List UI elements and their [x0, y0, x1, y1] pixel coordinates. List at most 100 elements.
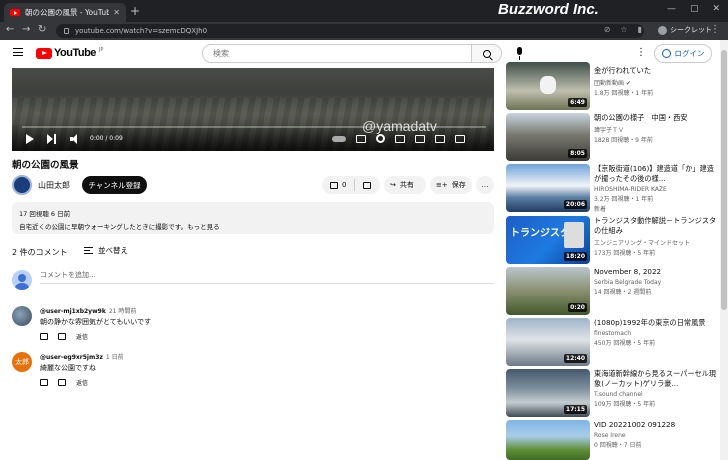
channel-avatar[interactable] [12, 175, 32, 195]
recommended-video[interactable]: 12:40 (1080p)1992年の東京の日常風景 finestomach 4… [506, 318, 720, 366]
search-button[interactable] [471, 45, 501, 62]
recommended-video[interactable]: 17:15 東海道新幹線から見るスーパーセル現象(ノーカット)ゲリラ豪... T… [506, 369, 720, 417]
side-panel-icon[interactable]: ▮ [638, 25, 642, 34]
next-icon[interactable] [47, 134, 57, 144]
reply-button[interactable]: 返信 [76, 332, 88, 341]
video-thumbnail[interactable]: 12:40 [506, 318, 590, 366]
share-button[interactable]: ↪ 共有 [384, 176, 426, 194]
comment-author[interactable]: @user-eg9xr5jm3z [40, 354, 103, 361]
thumbs-down-icon[interactable] [58, 333, 66, 340]
recommended-video[interactable]: 8:05 朝の公園の様子 中国・西安 瑋宇子ＴＶ 1828 回視聴・9 年前 [506, 113, 720, 161]
maximize-icon[interactable]: ▢ [690, 4, 699, 14]
recommended-video[interactable]: VID 20221002 091228 Rose Irene 0 回視聴・7 日… [506, 420, 720, 460]
reload-icon[interactable]: ↻ [38, 24, 46, 35]
like-dislike-group: 0 [322, 176, 380, 194]
channel-name[interactable]: T.sound channel [594, 391, 718, 398]
search-input[interactable] [203, 49, 471, 58]
eye-off-icon[interactable]: ⊘ [604, 25, 611, 34]
more-actions-button[interactable]: … [476, 176, 494, 194]
channel-name[interactable]: 瑋宇子ＴＶ [594, 125, 718, 134]
video-title: 朝の公園の風景 [12, 160, 79, 171]
scrollbar-thumb[interactable] [721, 50, 727, 310]
bookmark-star-icon[interactable]: ☆ [620, 25, 627, 34]
video-title[interactable]: November 8, 2022 [594, 267, 718, 277]
fullscreen-icon[interactable] [455, 134, 465, 143]
video-thumbnail[interactable]: 20:06 [506, 164, 590, 212]
omnibox[interactable]: youtube.com/watch?v=szemcDQXJh0 [56, 24, 644, 38]
dislike-button[interactable] [355, 176, 379, 194]
login-button[interactable]: ログイン [654, 44, 712, 63]
video-thumbnail[interactable]: 8:05 [506, 113, 590, 161]
thumbs-up-icon[interactable] [40, 379, 48, 386]
thumbs-down-icon[interactable] [58, 379, 66, 386]
like-button[interactable]: 0 [322, 176, 354, 194]
new-tab-icon[interactable]: + [130, 4, 140, 18]
video-thumbnail[interactable] [506, 420, 590, 460]
video-title[interactable]: 金が行われていた [594, 66, 718, 76]
video-title[interactable]: 朝の公園の様子 中国・西安 [594, 113, 718, 123]
reply-button[interactable]: 返信 [76, 378, 88, 387]
video-title[interactable]: 東海道新幹線から見るスーパーセル現象(ノーカット)ゲリラ豪... [594, 369, 718, 389]
comment-time[interactable]: 1 日前 [106, 354, 124, 361]
progress-bar[interactable] [22, 126, 486, 128]
browser-tab[interactable]: 朝の公園の風景 - YouTube ✕ [4, 3, 126, 22]
play-icon[interactable] [26, 134, 34, 144]
recommended-video[interactable]: 0:20 November 8, 2022 Serbia Belgrade To… [506, 267, 720, 315]
comment-item: 太郎 @user-eg9xr5jm3z 1 日前 綺麗な公園ですね 返信 [12, 352, 494, 388]
video-title[interactable]: 【京阪街道(106)】建造道「か」建造が撮ったその後の様... [594, 164, 718, 184]
chrome-menu-icon[interactable]: ⋮ [710, 24, 720, 35]
brand-overlay: Buzzword Inc. [498, 1, 599, 18]
video-thumbnail[interactable]: トランジスタ 18:20 [506, 216, 590, 264]
recommended-video[interactable]: 6:49 金が行われていた 団動新動画 ✔ 1.8万 回視聴・1 年前 [506, 62, 720, 110]
add-comment-field[interactable]: コメントを追加... [40, 270, 494, 284]
volume-icon[interactable] [70, 134, 82, 144]
miniplayer-icon[interactable] [395, 134, 405, 143]
voice-search-icon[interactable] [514, 47, 526, 61]
recommended-video[interactable]: トランジスタ 18:20 トランジスタ動作解説－トランジスタの仕組み エンジニア… [506, 216, 720, 264]
video-title[interactable]: トランジスタ動作解説－トランジスタの仕組み [594, 216, 718, 236]
minimize-icon[interactable]: — [667, 4, 676, 14]
page-scrollbar[interactable] [720, 40, 728, 460]
close-window-icon[interactable]: ✕ [712, 4, 720, 14]
back-icon[interactable]: ← [6, 24, 14, 35]
channel-name[interactable]: Serbia Belgrade Today [594, 279, 718, 286]
browser-tab-strip: 朝の公園の風景 - YouTube ✕ + Buzzword Inc. — ▢ … [0, 0, 728, 22]
incognito-indicator[interactable]: シークレット [658, 25, 712, 35]
description-box[interactable]: 17 回視聴 6 日前 自宅近くの公園に早朝ウォーキングしたときに撮影です。もっ… [12, 202, 494, 234]
video-stats: 450万 回視聴・5 年前 [594, 340, 656, 347]
subscribe-button[interactable]: チャンネル登録 [82, 176, 147, 194]
channel-name[interactable]: 団動新動画 ✔ [594, 78, 718, 87]
commenter-avatar[interactable]: 太郎 [12, 352, 32, 372]
video-thumbnail[interactable]: 0:20 [506, 267, 590, 315]
video-title[interactable]: (1080p)1992年の東京の日常風景 [594, 318, 718, 328]
channel-name[interactable]: 山田太郎 [38, 180, 70, 191]
video-thumbnail[interactable]: 17:15 [506, 369, 590, 417]
youtube-play-logo-icon [36, 47, 52, 59]
playlist-add-icon: ≡+ [436, 181, 448, 189]
video-player[interactable]: @yamadatv 0:00 / 0:09 [12, 68, 494, 151]
settings-menu-icon[interactable]: ⋮ [636, 47, 646, 58]
commenter-avatar[interactable] [12, 306, 32, 326]
recommended-video[interactable]: 20:06 【京阪街道(106)】建造道「か」建造が撮ったその後の様... HI… [506, 164, 720, 213]
channel-name[interactable]: HIROSHIMA-RIDER KAZE [594, 186, 718, 193]
window-controls: — ▢ ✕ [667, 4, 720, 14]
cast-icon[interactable] [435, 134, 445, 143]
gear-icon[interactable] [376, 134, 385, 143]
close-tab-icon[interactable]: ✕ [113, 8, 120, 17]
save-button[interactable]: ≡+ 保存 [430, 176, 472, 194]
channel-name[interactable]: エンジニアリング・マインドセット [594, 238, 718, 247]
autoplay-toggle[interactable] [332, 135, 346, 142]
sort-comments-button[interactable]: 並べ替え [84, 245, 128, 256]
comment-time[interactable]: 21 時間前 [109, 308, 137, 315]
video-thumbnail[interactable]: 6:49 [506, 62, 590, 110]
channel-name[interactable]: finestomach [594, 330, 718, 337]
thumbs-up-icon[interactable] [40, 333, 48, 340]
youtube-logo[interactable]: YouTube JP [36, 47, 103, 59]
forward-icon[interactable]: → [22, 24, 30, 35]
theater-mode-icon[interactable] [415, 134, 425, 143]
menu-icon[interactable] [13, 48, 23, 56]
comment-author[interactable]: @user-mj1xb2yw9k [40, 308, 106, 315]
channel-name[interactable]: Rose Irene [594, 432, 718, 439]
subtitles-icon[interactable] [356, 134, 366, 143]
video-title[interactable]: VID 20221002 091228 [594, 420, 718, 430]
